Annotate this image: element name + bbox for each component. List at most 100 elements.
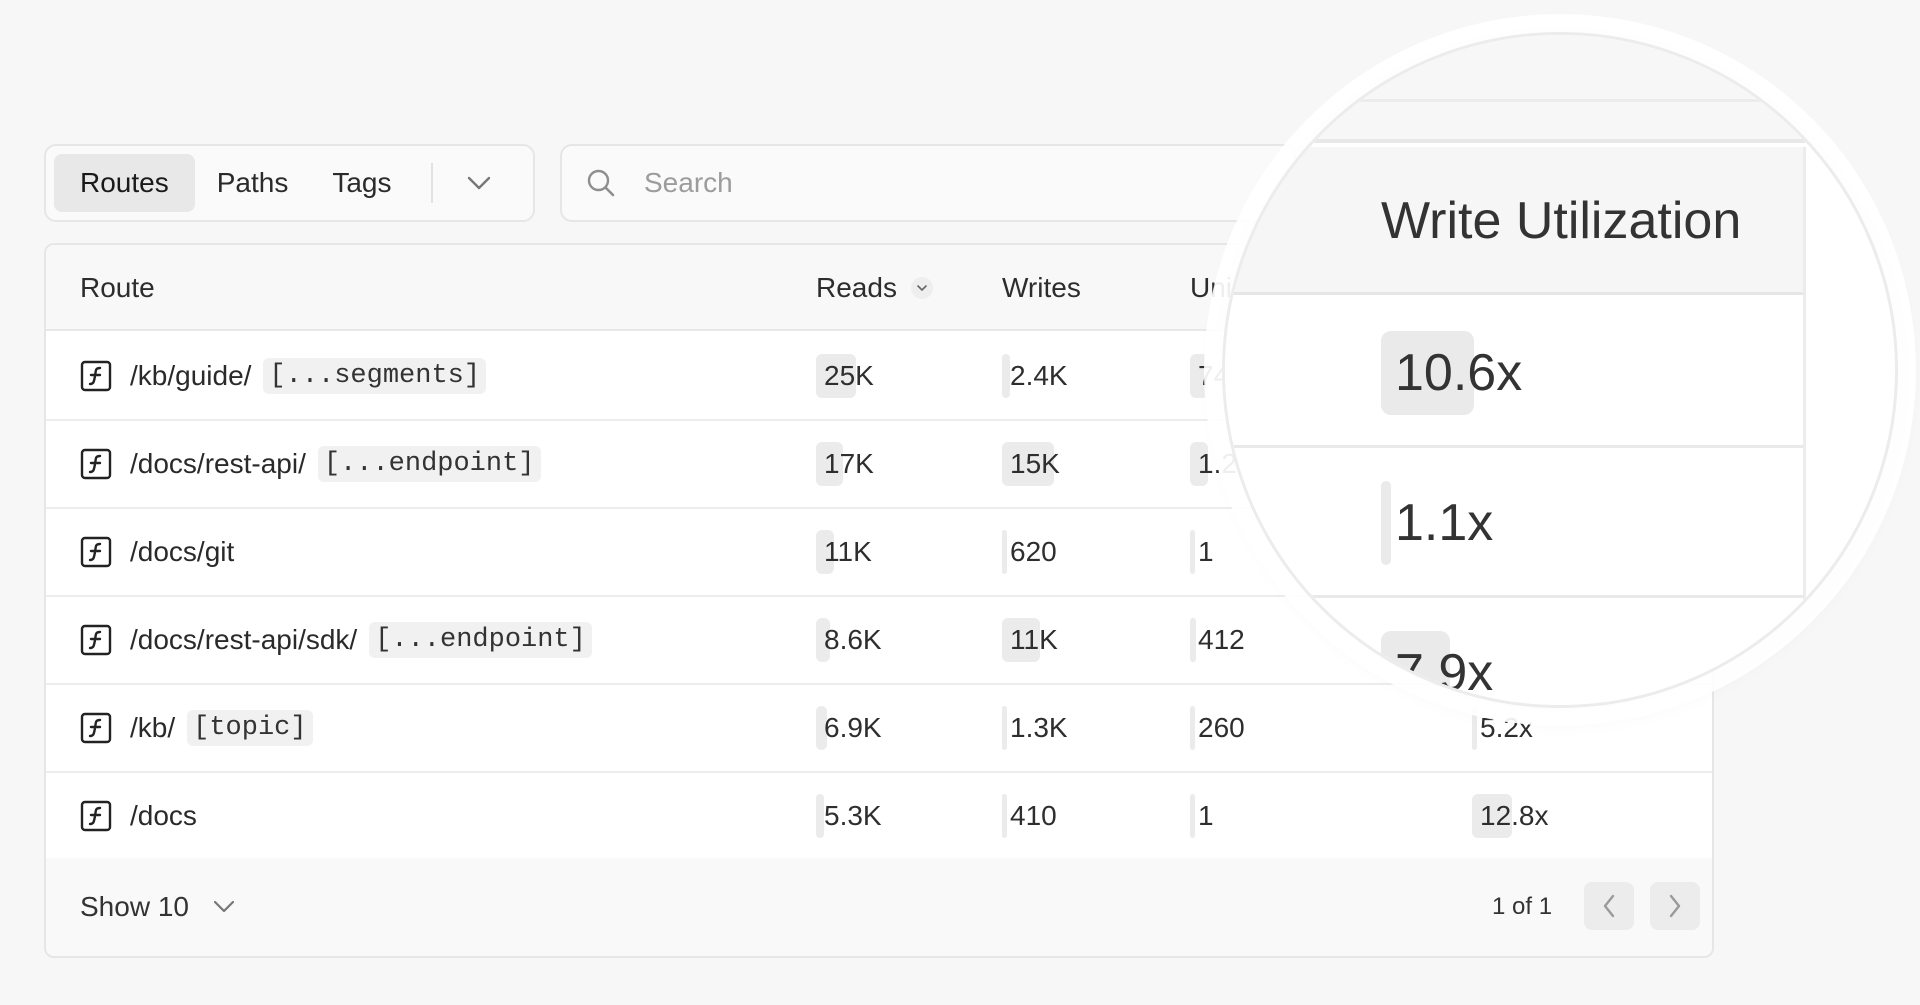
write-utilization-metric: 12.8x: [1472, 794, 1549, 838]
write-utilization-cell: 12.8x: [1472, 773, 1549, 859]
route-cell[interactable]: /docs/rest-api/sdk/ [...endpoint]: [80, 597, 592, 683]
reads-cell: 25K: [816, 333, 874, 419]
reads-value: 8.6K: [824, 624, 882, 655]
next-page-button[interactable]: [1650, 882, 1700, 930]
route-path: /kb/guide/: [130, 360, 252, 391]
unique-cell: 1: [1190, 773, 1214, 859]
unique-metric: 260: [1190, 706, 1245, 750]
chevron-right-icon: [1669, 894, 1681, 918]
search-box: [560, 144, 1296, 222]
writes-metric: 1.3K: [1002, 706, 1068, 750]
reads-metric: 17K: [816, 442, 874, 486]
function-icon: [80, 712, 112, 744]
reads-value: 25K: [824, 360, 874, 391]
function-icon: [80, 800, 112, 832]
function-icon: [80, 624, 112, 656]
reads-cell: 11K: [816, 509, 872, 595]
page-size-select[interactable]: Show 10: [80, 858, 235, 956]
route-cell[interactable]: /docs/git: [80, 509, 234, 595]
reads-value: 5.3K: [824, 800, 882, 831]
magnified-divider: [1225, 99, 1805, 102]
magnified-row: [1225, 448, 1805, 598]
route-cell[interactable]: /kb/guide/ [...segments]: [80, 333, 487, 419]
route-cell[interactable]: /docs: [80, 773, 197, 859]
write-utilization-value: 12.8x: [1480, 800, 1549, 831]
magnified-column-edge: [1803, 147, 1806, 705]
reads-metric: 8.6K: [816, 618, 882, 662]
function-icon: [80, 360, 112, 392]
reads-metric: 6.9K: [816, 706, 882, 750]
writes-cell: 620: [1002, 509, 1057, 595]
writes-value: 11K: [1010, 624, 1058, 655]
writes-value: 620: [1010, 536, 1057, 567]
writes-cell: 1.3K: [1002, 685, 1068, 771]
column-header-write-utilization: Write Utilization: [1381, 192, 1742, 250]
reads-cell: 17K: [816, 421, 874, 507]
writes-value: 410: [1010, 800, 1057, 831]
reads-metric: 5.3K: [816, 794, 882, 838]
route-path: /docs/rest-api/: [130, 448, 306, 479]
column-header-route[interactable]: Route: [80, 245, 155, 331]
magnified-write-utilization-metric: 1.1x: [1381, 481, 1493, 565]
search-icon: [587, 169, 615, 197]
column-header-writes[interactable]: Writes: [1002, 245, 1081, 331]
writes-value: 2.4K: [1010, 360, 1068, 391]
magnified-write-utilization-value: 10.6x: [1395, 344, 1523, 402]
sort-desc-icon: [910, 277, 933, 299]
table-row[interactable]: /docs 5.3K 410 1 12.8x: [46, 773, 1712, 861]
magnified-write-utilization-value: 7.9x: [1395, 644, 1494, 702]
unique-value: 260: [1198, 712, 1245, 743]
writes-cell: 15K: [1002, 421, 1060, 507]
unique-cell: 1: [1190, 509, 1214, 595]
unique-value: 1: [1198, 536, 1214, 567]
unique-metric: 1: [1190, 530, 1214, 574]
reads-metric: 11K: [816, 530, 872, 574]
function-icon: [80, 536, 112, 568]
reads-metric: 25K: [816, 354, 874, 398]
writes-metric: 15K: [1002, 442, 1060, 486]
divider: [431, 163, 434, 203]
route-cell[interactable]: /docs/rest-api/ [...endpoint]: [80, 421, 541, 507]
writes-value: 1.3K: [1010, 712, 1068, 743]
view-dropdown-button[interactable]: [451, 154, 507, 212]
route-path: /docs/rest-api/sdk/: [130, 624, 358, 655]
reads-value: 6.9K: [824, 712, 882, 743]
chevron-down-icon: [213, 900, 235, 913]
tab-tags[interactable]: Tags: [310, 154, 413, 212]
chevron-left-icon: [1603, 894, 1615, 918]
column-header-reads[interactable]: Reads: [816, 245, 933, 331]
reads-value: 11K: [824, 536, 872, 567]
function-icon: [80, 448, 112, 480]
writes-metric: 410: [1002, 794, 1057, 838]
route-dynamic-segment: [...endpoint]: [317, 446, 541, 482]
write-utilization-metric: 5.2x: [1472, 706, 1533, 750]
route-path: /docs: [130, 800, 197, 831]
route-dynamic-segment: [topic]: [187, 710, 313, 746]
writes-metric: 11K: [1002, 618, 1058, 662]
writes-value: 15K: [1010, 448, 1060, 479]
writes-cell: 2.4K: [1002, 333, 1068, 419]
route-cell[interactable]: /kb/ [topic]: [80, 685, 313, 771]
search-input[interactable]: [644, 167, 1244, 199]
page-size-label: Show 10: [80, 891, 189, 922]
writes-cell: 410: [1002, 773, 1057, 859]
unique-value: 1: [1198, 800, 1214, 831]
table-footer: Show 10 1 of 1: [46, 858, 1712, 956]
write-utilization-value: 5.2x: [1480, 712, 1533, 743]
unique-metric: 1: [1190, 794, 1214, 838]
route-dynamic-segment: [...endpoint]: [369, 622, 592, 658]
prev-page-button[interactable]: [1584, 882, 1634, 930]
magnified-write-utilization-metric: 10.6x: [1381, 331, 1522, 415]
reads-cell: 8.6K: [816, 597, 882, 683]
column-header-reads-label: Reads: [816, 272, 897, 303]
route-path: /docs/git: [130, 536, 235, 567]
tab-routes[interactable]: Routes: [54, 154, 195, 212]
magnified-top-band: [1225, 35, 1805, 143]
tab-paths[interactable]: Paths: [195, 154, 311, 212]
magnifier-lens: Write Utilization 10.6x 1.1x 7.9x: [1222, 32, 1898, 708]
writes-metric: 2.4K: [1002, 354, 1068, 398]
pagination-info: 1 of 1: [1492, 893, 1553, 920]
chevron-down-icon: [468, 176, 491, 190]
route-dynamic-segment: [...segments]: [263, 358, 487, 394]
magnified-write-utilization-metric: 7.9x: [1381, 631, 1494, 705]
